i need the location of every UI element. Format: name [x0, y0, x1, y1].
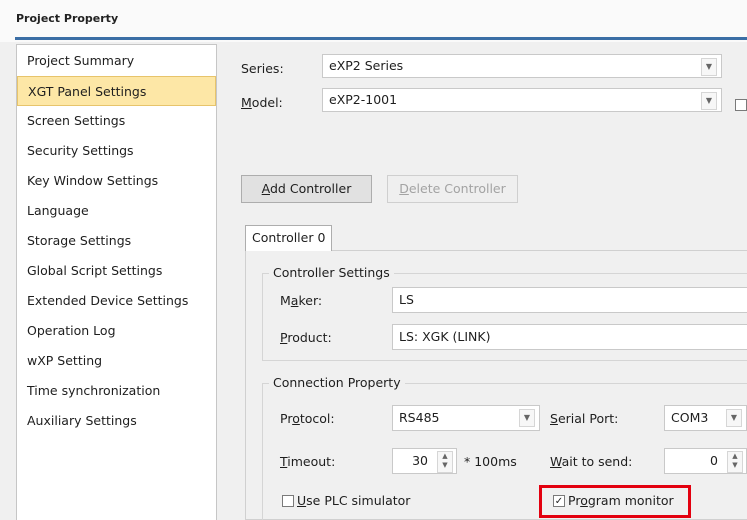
model-option-checkbox[interactable] [735, 99, 747, 111]
maker-label: Maker: [280, 293, 323, 308]
window-title: Project Property [16, 12, 119, 25]
timeout-stepper[interactable]: 30 ▲ ▼ [392, 448, 457, 474]
product-field[interactable]: LS: XGK (LINK) [392, 324, 747, 350]
title-accent-line [15, 37, 747, 40]
title-bar: Project Property [0, 0, 747, 42]
sidebar-item-wxp-setting[interactable]: wXP Setting [17, 346, 216, 376]
sidebar-item-xgt-panel-settings[interactable]: XGT Panel Settings [17, 76, 216, 106]
sidebar-item-storage-settings[interactable]: Storage Settings [17, 226, 216, 256]
sidebar-item-screen-settings[interactable]: Screen Settings [17, 106, 216, 136]
controller-settings-legend: Controller Settings [269, 265, 394, 280]
series-label: Series: [241, 61, 284, 76]
maker-field[interactable]: LS [392, 287, 747, 313]
timeout-unit: * 100ms [464, 454, 517, 469]
wait-to-send-stepper[interactable]: 0 ▲ ▼ [664, 448, 747, 474]
wait-to-send-label: Wait to send: [550, 454, 633, 469]
sidebar-item-language[interactable]: Language [17, 196, 216, 226]
sidebar-item-time-synchronization[interactable]: Time synchronization [17, 376, 216, 406]
connection-property-legend: Connection Property [269, 375, 405, 390]
product-label: Product: [280, 330, 332, 345]
series-dropdown[interactable]: eXP2 Series ▼ [322, 54, 722, 78]
model-label: Model: [241, 95, 283, 110]
delete-controller-button[interactable]: Delete Controller [387, 175, 518, 203]
program-monitor-checkbox[interactable]: ✓ [553, 495, 565, 507]
model-dropdown[interactable]: eXP2-1001 ▼ [322, 88, 722, 112]
sidebar-item-key-window-settings[interactable]: Key Window Settings [17, 166, 216, 196]
sidebar-item-operation-log[interactable]: Operation Log [17, 316, 216, 346]
sidebar-item-security-settings[interactable]: Security Settings [17, 136, 216, 166]
timeout-label: Timeout: [280, 454, 336, 469]
sidebar-item-global-script-settings[interactable]: Global Script Settings [17, 256, 216, 286]
use-plc-simulator-label: Use PLC simulator [297, 493, 411, 508]
chevron-down-icon[interactable]: ▼ [519, 409, 535, 427]
sidebar-item-auxiliary-settings[interactable]: Auxiliary Settings [17, 406, 216, 436]
model-value: eXP2-1001 [329, 92, 398, 107]
sidebar: Project Summary XGT Panel Settings Scree… [16, 44, 217, 520]
add-controller-button[interactable]: Add Controller [241, 175, 372, 203]
protocol-dropdown[interactable]: RS485 ▼ [392, 405, 540, 431]
program-monitor-label: Program monitor [568, 493, 674, 508]
series-value: eXP2 Series [329, 58, 404, 73]
settings-panel: Series: eXP2 Series ▼ Model: eXP2-1001 ▼… [217, 44, 747, 520]
serial-port-dropdown[interactable]: COM3 ▼ [664, 405, 747, 431]
chevron-down-icon[interactable]: ▼ [726, 409, 742, 427]
spin-arrows-icon[interactable]: ▲ ▼ [437, 451, 453, 473]
spin-arrows-icon[interactable]: ▲ ▼ [727, 451, 743, 473]
protocol-label: Protocol: [280, 411, 335, 426]
sidebar-item-project-summary[interactable]: Project Summary [17, 46, 216, 76]
tab-controller-0[interactable]: Controller 0 [245, 225, 333, 251]
use-plc-simulator-checkbox[interactable] [282, 495, 294, 507]
chevron-down-icon[interactable]: ▼ [701, 92, 717, 110]
serial-port-label: Serial Port: [550, 411, 619, 426]
chevron-down-icon[interactable]: ▼ [701, 58, 717, 76]
sidebar-item-extended-device-settings[interactable]: Extended Device Settings [17, 286, 216, 316]
